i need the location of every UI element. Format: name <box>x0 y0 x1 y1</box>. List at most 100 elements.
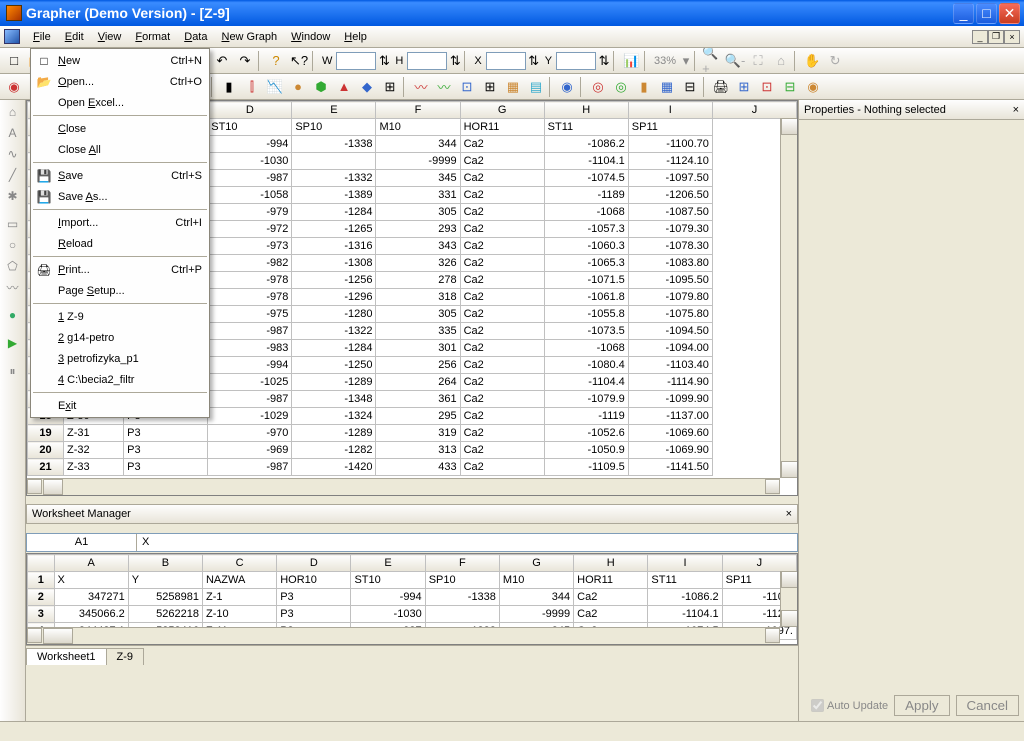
file-menu-import-[interactable]: Import...Ctrl+I <box>32 212 208 233</box>
new-icon[interactable]: □ <box>3 50 25 72</box>
e4-icon[interactable]: ⊟ <box>779 76 801 98</box>
wsm-close-icon[interactable]: × <box>786 508 792 520</box>
bar1-icon[interactable]: ▮ <box>218 76 240 98</box>
file-menu-3-petrofizyka-p1[interactable]: 3 petrofizyka_p1 <box>32 348 208 369</box>
wsm-col-header[interactable]: H <box>574 555 648 572</box>
width-spin[interactable]: ⇅ <box>377 50 391 72</box>
close-button[interactable]: ✕ <box>999 3 1020 24</box>
e2-icon[interactable]: ⊞ <box>733 76 755 98</box>
p5-icon[interactable]: ▦ <box>502 76 524 98</box>
wsm-col-header[interactable]: J <box>722 555 796 572</box>
file-menu-open-excel-[interactable]: Open Excel... <box>32 92 208 113</box>
zoomfit-icon[interactable]: ⛶ <box>747 50 769 72</box>
row-header[interactable]: 19 <box>28 425 64 442</box>
mdi-close[interactable]: × <box>1004 30 1020 44</box>
zoomin-icon[interactable]: 🔍+ <box>701 50 723 72</box>
wsm-col-header[interactable]: I <box>648 555 722 572</box>
file-menu-save-as-[interactable]: 💾Save As... <box>32 186 208 207</box>
wsm-cell[interactable]: -9999 <box>499 606 573 623</box>
t4-icon[interactable]: ▮ <box>633 76 655 98</box>
bar8-icon[interactable]: ⊞ <box>379 76 401 98</box>
file-menu-2-g14-petro[interactable]: 2 g14-petro <box>32 327 208 348</box>
wsm-row-header[interactable]: 2 <box>28 589 55 606</box>
bar4-icon[interactable]: ● <box>287 76 309 98</box>
col-header[interactable]: J <box>712 102 796 119</box>
t1-icon[interactable]: ◉ <box>556 76 578 98</box>
col-header[interactable]: G <box>460 102 544 119</box>
maximize-button[interactable]: □ <box>976 3 997 24</box>
t3-icon[interactable]: ◎ <box>610 76 632 98</box>
height-field[interactable] <box>407 52 447 70</box>
wsm-vertical-scrollbar[interactable] <box>780 571 797 627</box>
zoom-value[interactable]: 33% <box>651 55 679 67</box>
wsm-col-header[interactable]: D <box>277 555 351 572</box>
rect-icon[interactable]: ▭ <box>3 214 23 234</box>
wsm-col-header[interactable]: F <box>425 555 499 572</box>
refresh-icon[interactable]: ↻ <box>824 50 846 72</box>
col-header[interactable]: D <box>208 102 292 119</box>
line-icon[interactable]: ╱ <box>3 165 23 185</box>
p2-icon[interactable]: 〰 <box>433 76 455 98</box>
menu-view[interactable]: View <box>91 28 129 46</box>
mdi-system-icon[interactable] <box>4 29 20 44</box>
row-header[interactable]: 21 <box>28 459 64 476</box>
wsm-row-header[interactable]: 3 <box>28 606 55 623</box>
wsm-cell[interactable]: M10 <box>499 572 573 589</box>
width-field[interactable] <box>336 52 376 70</box>
wsm-cell[interactable]: Ca2 <box>574 589 648 606</box>
wsm-cell[interactable]: Z-1 <box>202 589 276 606</box>
wsm-cell[interactable]: X <box>54 572 128 589</box>
wsm-cell[interactable]: HOR11 <box>574 572 648 589</box>
wsm-cell[interactable]: P3 <box>277 589 351 606</box>
e5-icon[interactable]: ◉ <box>802 76 824 98</box>
col-header[interactable]: H <box>544 102 628 119</box>
menu-file[interactable]: File <box>26 28 58 46</box>
cell-value[interactable]: X <box>137 534 797 551</box>
wsm-cell[interactable]: Ca2 <box>574 606 648 623</box>
x-field[interactable] <box>486 52 526 70</box>
file-menu-new[interactable]: □NewCtrl+N <box>32 50 208 71</box>
curve-icon[interactable]: 〰 <box>3 277 23 297</box>
home-icon[interactable]: ⌂ <box>3 102 23 122</box>
menu-edit[interactable]: Edit <box>58 28 91 46</box>
pan-icon[interactable]: ✋ <box>801 50 823 72</box>
bar5-icon[interactable]: ⬢ <box>310 76 332 98</box>
wsm-horizontal-scrollbar[interactable] <box>27 627 780 644</box>
wsm-cell[interactable]: NAZWA <box>202 572 276 589</box>
y-field[interactable] <box>556 52 596 70</box>
wsm-cell[interactable]: 5262218 <box>128 606 202 623</box>
wsm-cell[interactable]: ST11 <box>648 572 722 589</box>
mdi-restore[interactable]: ❐ <box>988 30 1004 44</box>
wsm-cell[interactable]: ST10 <box>351 572 425 589</box>
e1-icon[interactable]: 🖨 <box>710 76 732 98</box>
zoomout-icon[interactable]: 🔍- <box>724 50 746 72</box>
file-menu-close[interactable]: Close <box>32 118 208 139</box>
undo-icon[interactable]: ↶ <box>211 50 233 72</box>
t6-icon[interactable]: ⊟ <box>679 76 701 98</box>
wsm-col-header[interactable]: E <box>351 555 425 572</box>
file-menu-4-c-becia2-filtr[interactable]: 4 C:\becia2_filtr <box>32 369 208 390</box>
file-menu-page-setup-[interactable]: Page Setup... <box>32 280 208 301</box>
wsm-cell[interactable]: Y <box>128 572 202 589</box>
whatsthis-icon[interactable]: ↖? <box>288 50 310 72</box>
p4-icon[interactable]: ⊞ <box>479 76 501 98</box>
col-header[interactable]: F <box>376 102 460 119</box>
apply-button[interactable]: Apply <box>894 695 949 716</box>
mdi-minimize[interactable]: _ <box>972 30 988 44</box>
wsm-cell[interactable]: 345066.2 <box>54 606 128 623</box>
wsm-cell[interactable]: 344 <box>499 589 573 606</box>
zoom-dropdown-icon[interactable]: ▾ <box>680 50 692 72</box>
file-menu-1-z-9[interactable]: 1 Z-9 <box>32 306 208 327</box>
file-menu-close-all[interactable]: Close All <box>32 139 208 160</box>
help-icon[interactable]: ? <box>265 50 287 72</box>
chart-icon[interactable]: 📊 <box>620 50 642 72</box>
wsm-cell[interactable]: 347271 <box>54 589 128 606</box>
row-header[interactable]: 20 <box>28 442 64 459</box>
wsm-cell[interactable]: -1030 <box>351 606 425 623</box>
col-header[interactable]: E <box>292 102 376 119</box>
play-icon[interactable]: ▶ <box>3 333 23 353</box>
text-tool-icon[interactable]: A <box>3 123 23 143</box>
marker-icon[interactable]: ● <box>3 305 23 325</box>
wsm-cell[interactable]: P3 <box>277 606 351 623</box>
p1-icon[interactable]: 〰 <box>410 76 432 98</box>
